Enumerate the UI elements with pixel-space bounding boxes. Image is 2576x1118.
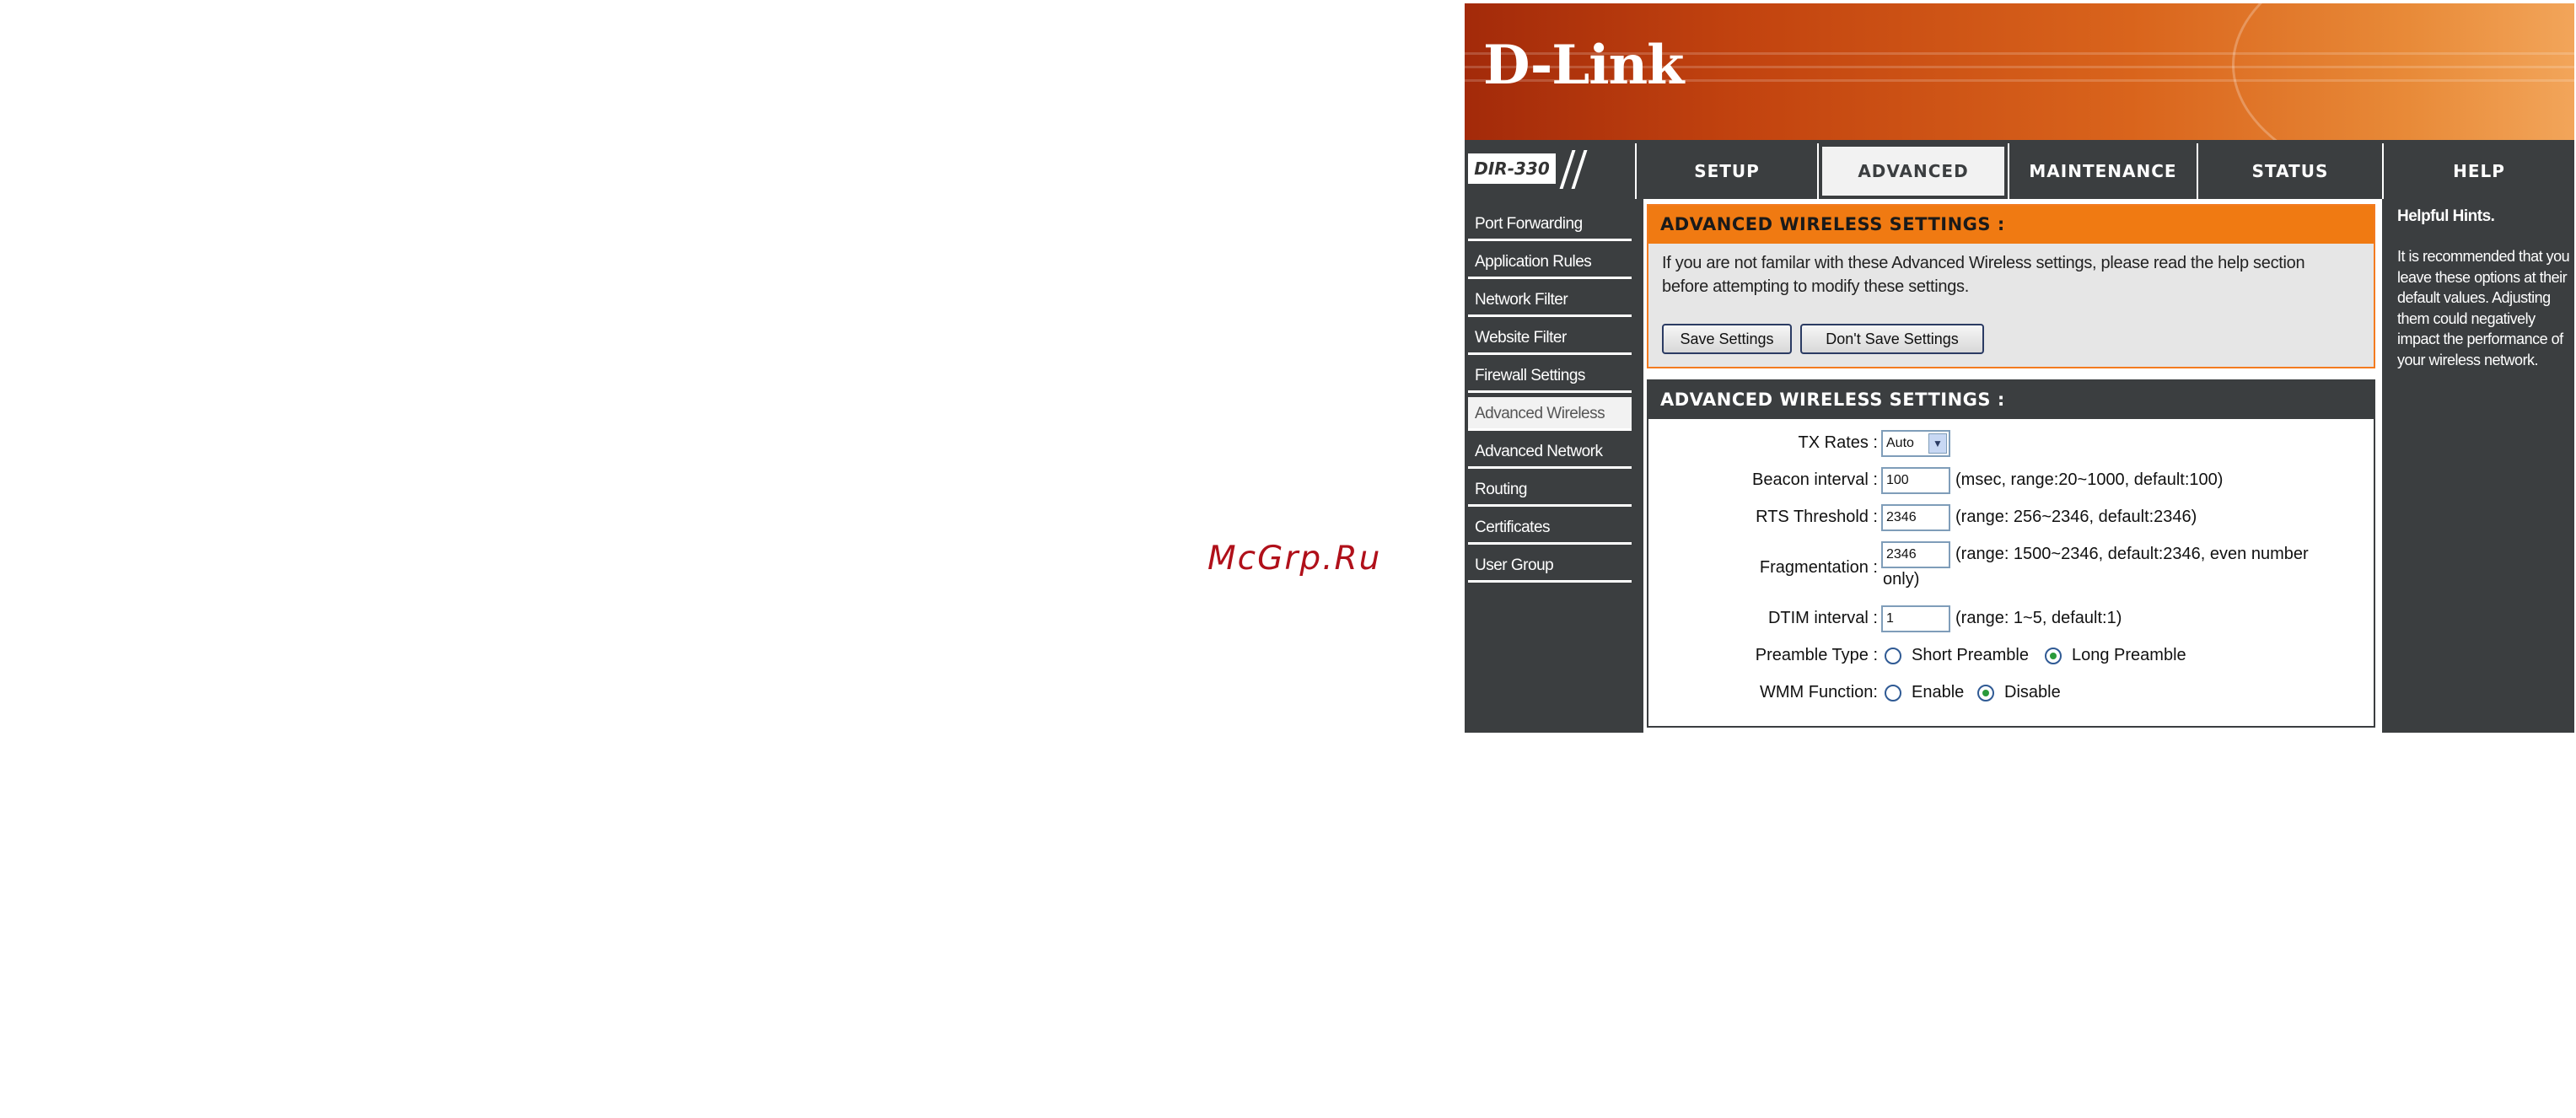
model-label: DIR-330	[1468, 153, 1556, 184]
dtim-interval-label: DTIM interval :	[1767, 609, 1878, 627]
brand-banner: D-Link	[1465, 3, 2574, 140]
intro-text-line1: If you are not familar with these Advanc…	[1662, 254, 2305, 272]
dtim-interval-input[interactable]: 1	[1881, 605, 1950, 632]
wmm-enable-radio[interactable]	[1885, 685, 1901, 701]
chevron-down-icon[interactable]: ▼	[1928, 433, 1947, 454]
help-line: default values. Adjusting	[2397, 289, 2551, 306]
long-preamble-label: Long Preamble	[2072, 646, 2186, 664]
dlink-logo: D-Link	[1483, 34, 1684, 97]
sidebar-item-certificates[interactable]: Certificates	[1468, 511, 1632, 545]
help-panel: Helpful Hints. It is recommended that yo…	[2390, 199, 2574, 733]
fragmentation-input[interactable]: 2346	[1881, 541, 1950, 568]
wmm-disable-label: Disable	[2004, 683, 2061, 701]
dont-save-settings-button[interactable]: Don't Save Settings	[1800, 324, 1984, 354]
intro-title: ADVANCED WIRELESS SETTINGS :	[1648, 206, 2374, 244]
help-line: them could negatively	[2397, 309, 2536, 327]
wmm-disable-radio[interactable]	[1977, 685, 1994, 701]
tx-rates-label: TX Rates :	[1798, 433, 1878, 452]
fragmentation-label: Fragmentation :	[1759, 558, 1878, 577]
sidebar-item-port-forwarding[interactable]: Port Forwarding	[1468, 207, 1632, 241]
settings-title: ADVANCED WIRELESS SETTINGS :	[1648, 381, 2374, 419]
top-navigation: DIR-330 SETUP ADVANCED MAINTENANCE STATU…	[1465, 143, 2574, 199]
router-admin-window: D-Link DIR-330 SETUP ADVANCED MAINTENANC…	[1465, 3, 2574, 733]
beacon-interval-note: (msec, range:20~1000, default:100)	[1955, 470, 2224, 489]
help-line: your wireless network.	[2397, 351, 2539, 368]
short-preamble-label: Short Preamble	[1912, 646, 2029, 664]
save-settings-button[interactable]: Save Settings	[1662, 324, 1792, 354]
help-line: impact the performance of	[2397, 331, 2563, 347]
help-line: It is recommended that you	[2397, 248, 2570, 265]
preamble-type-label: Preamble Type :	[1755, 646, 1878, 664]
intro-text-line2: before attempting to modify these settin…	[1662, 277, 1969, 296]
beacon-interval-input[interactable]: 100	[1881, 467, 1950, 494]
fragmentation-note: (range: 1500~2346, default:2346, even nu…	[1955, 545, 2309, 563]
beacon-interval-label: Beacon interval :	[1752, 470, 1878, 489]
sidebar-item-application-rules[interactable]: Application Rules	[1468, 245, 1632, 279]
tab-advanced[interactable]: ADVANCED	[1819, 143, 2008, 199]
tab-help[interactable]: HELP	[2384, 143, 2574, 199]
help-title: Helpful Hints.	[2397, 207, 2495, 225]
watermark-text: McGrp.Ru	[1207, 540, 1382, 578]
main-content: ADVANCED WIRELESS SETTINGS : If you are …	[1643, 199, 2382, 733]
sidebar-item-routing[interactable]: Routing	[1468, 473, 1632, 507]
sidebar-item-firewall-settings[interactable]: Firewall Settings	[1468, 359, 1632, 393]
wmm-enable-label: Enable	[1912, 683, 1965, 701]
intro-text: If you are not familar with these Advanc…	[1662, 251, 2353, 298]
intro-section: ADVANCED WIRELESS SETTINGS : If you are …	[1647, 204, 2375, 368]
tab-maintenance[interactable]: MAINTENANCE	[2009, 143, 2197, 199]
rts-threshold-input[interactable]: 2346	[1881, 504, 1950, 531]
help-line: leave these options at their	[2397, 268, 2568, 286]
rts-threshold-note: (range: 256~2346, default:2346)	[1955, 508, 2197, 526]
tx-rates-value: Auto	[1886, 436, 1914, 450]
short-preamble-radio[interactable]	[1885, 648, 1901, 664]
tab-setup[interactable]: SETUP	[1637, 143, 1817, 199]
sidebar-item-website-filter[interactable]: Website Filter	[1468, 321, 1632, 355]
sidebar-item-advanced-network[interactable]: Advanced Network	[1468, 435, 1632, 469]
long-preamble-radio[interactable]	[2045, 648, 2062, 664]
sidebar-item-network-filter[interactable]: Network Filter	[1468, 283, 1632, 317]
tab-status[interactable]: STATUS	[2198, 143, 2382, 199]
sidebar-item-advanced-wireless[interactable]: Advanced Wireless	[1468, 397, 1632, 431]
help-text: It is recommended that you leave these o…	[2397, 246, 2573, 370]
rts-threshold-label: RTS Threshold :	[1756, 508, 1878, 526]
tx-rates-select[interactable]: Auto ▼	[1881, 430, 1950, 457]
model-badge: DIR-330	[1465, 143, 1635, 199]
settings-section: ADVANCED WIRELESS SETTINGS : TX Rates : …	[1647, 379, 2375, 728]
dtim-interval-note: (range: 1~5, default:1)	[1955, 609, 2122, 627]
fragmentation-note-cont: only)	[1883, 570, 1920, 589]
sidebar-item-user-group[interactable]: User Group	[1468, 549, 1632, 583]
wmm-function-label: WMM Function:	[1759, 683, 1878, 701]
